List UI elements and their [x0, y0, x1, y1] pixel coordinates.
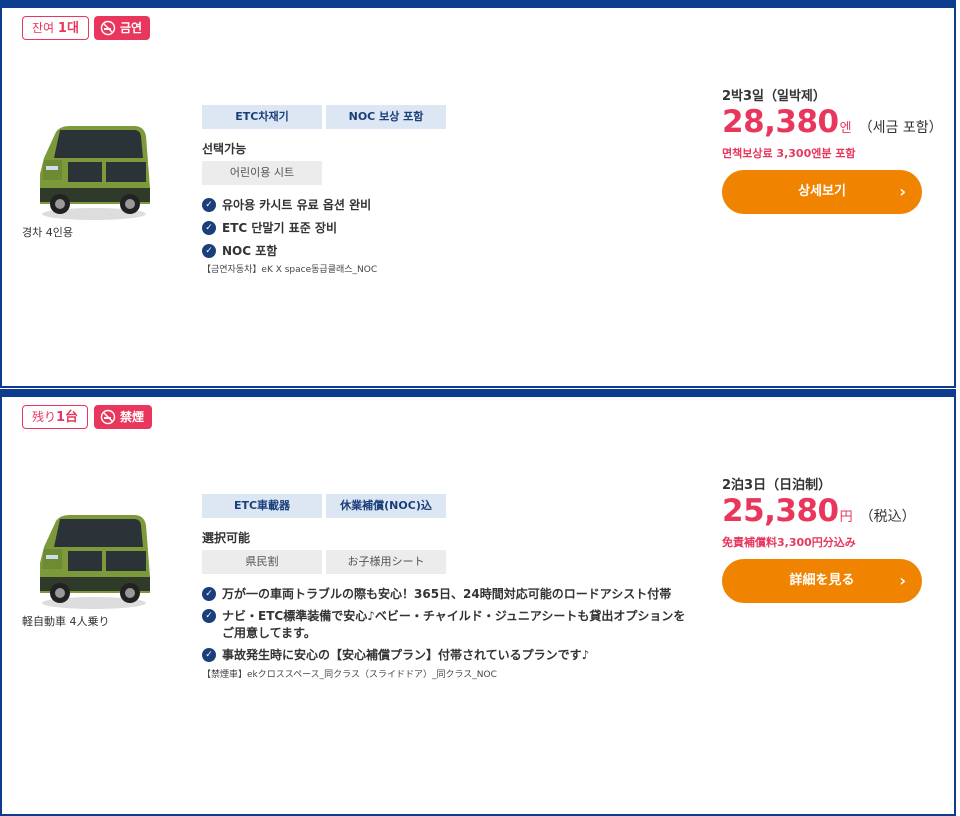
car-image — [40, 126, 150, 220]
non-smoking-badge: 금연 — [94, 16, 151, 40]
check-circle-icon: ✓ — [202, 244, 216, 258]
rental-listing-card: 残り1台 禁煙 軽自動車 4人乗り ETC車載器 休業補償(NOC)込 選択可能… — [0, 389, 956, 816]
feature-item: ✓ 万が一の車両トラブルの際も安心！365日、24時間対応可能のロードアシスト付… — [202, 585, 697, 602]
check-circle-icon: ✓ — [202, 221, 216, 235]
price-amount: 28,380 — [722, 104, 839, 140]
tax-note: （세금 포함） — [858, 120, 943, 136]
options-list: 県民割 お子様用シート — [202, 550, 446, 574]
price: 25,380 円 （税込） — [722, 493, 916, 529]
car-class-caption: 경차 4인용 — [22, 226, 73, 239]
tax-note: （税込） — [859, 509, 916, 525]
check-circle-icon: ✓ — [202, 648, 216, 662]
feature-item: ✓ ETC 단말기 표준 장비 — [202, 219, 702, 236]
feature-item: ✓ ナビ・ETC標準装備で安心♪ベビー・チャイルド・ジュニアシートも貸出オプショ… — [202, 607, 697, 641]
options-title: 선택가능 — [202, 142, 247, 156]
option-prefecture-discount: 県民割 — [202, 550, 322, 574]
rental-duration: 2泊3日（日泊制） — [722, 478, 832, 493]
car-class-caption: 軽自動車 4人乗り — [22, 615, 110, 628]
details-button[interactable]: 상세보기 › — [722, 170, 922, 214]
feature-list: ✓ 유아용 카시트 유료 옵션 완비 ✓ ETC 단말기 표준 장비 ✓ NOC… — [202, 196, 702, 259]
check-circle-icon: ✓ — [202, 198, 216, 212]
remaining-label: 잔여 — [32, 21, 55, 35]
details-button-label: 詳細を見る — [789, 573, 855, 588]
remaining-label: 残り — [32, 410, 57, 424]
tag-etc: ETC차재기 — [202, 105, 322, 129]
feature-tags: ETC車載器 休業補償(NOC)込 — [202, 494, 446, 518]
insurance-note: 免責補償料3,300円分込み — [722, 536, 856, 549]
feature-item: ✓ NOC 포함 — [202, 242, 702, 259]
details-button[interactable]: 詳細を見る › — [722, 559, 922, 603]
option-child-seat: お子様用シート — [326, 550, 446, 574]
no-smoking-icon — [100, 20, 116, 36]
feature-tags: ETC차재기 NOC 보상 포함 — [202, 105, 446, 129]
price: 28,380 엔 （세금 포함） — [722, 104, 943, 140]
price-amount: 25,380 — [722, 493, 839, 529]
rental-listing-card: 잔여 1대 금연 경차 4인용 ETC차재기 NOC 보상 포함 선택가능 어린… — [0, 0, 956, 388]
options-list: 어린이용 시트 — [202, 161, 322, 185]
remaining-badge: 残り1台 — [22, 405, 89, 429]
chevron-right-icon: › — [899, 182, 906, 201]
details-button-label: 상세보기 — [798, 184, 846, 199]
options-title: 選択可能 — [202, 531, 251, 545]
insurance-note: 면책보상료 3,300엔분 포함 — [722, 147, 856, 160]
check-circle-icon: ✓ — [202, 609, 216, 623]
smoking-label: 禁煙 — [120, 410, 145, 424]
non-smoking-badge: 禁煙 — [94, 405, 153, 429]
smoking-label: 금연 — [120, 21, 143, 35]
feature-list: ✓ 万が一の車両トラブルの際も安心！365日、24時間対応可能のロードアシスト付… — [202, 585, 697, 663]
plan-note: 【금연자동차】eK X space동급클래스_NOC — [202, 265, 378, 275]
chevron-right-icon: › — [899, 571, 906, 590]
option-child-seat: 어린이용 시트 — [202, 161, 322, 185]
tag-etc: ETC車載器 — [202, 494, 322, 518]
car-image — [40, 515, 150, 609]
price-currency: 엔 — [839, 121, 852, 136]
plan-note: 【禁煙車】ekクロススペース_同クラス（スライドドア）_同クラス_NOC — [202, 670, 497, 680]
check-circle-icon: ✓ — [202, 587, 216, 601]
remaining-count: 1대 — [57, 21, 79, 36]
rental-duration: 2박3일（일박제） — [722, 89, 826, 104]
tag-noc: NOC 보상 포함 — [326, 105, 446, 129]
feature-item: ✓ 유아용 카시트 유료 옵션 완비 — [202, 196, 702, 213]
remaining-count: 1台 — [56, 410, 79, 425]
tag-noc: 休業補償(NOC)込 — [326, 494, 446, 518]
price-currency: 円 — [839, 510, 853, 525]
remaining-badge: 잔여 1대 — [22, 16, 89, 40]
feature-item: ✓ 事故発生時に安心の【安心補償プラン】付帯されているプランです♪ — [202, 646, 697, 663]
no-smoking-icon — [100, 409, 116, 425]
